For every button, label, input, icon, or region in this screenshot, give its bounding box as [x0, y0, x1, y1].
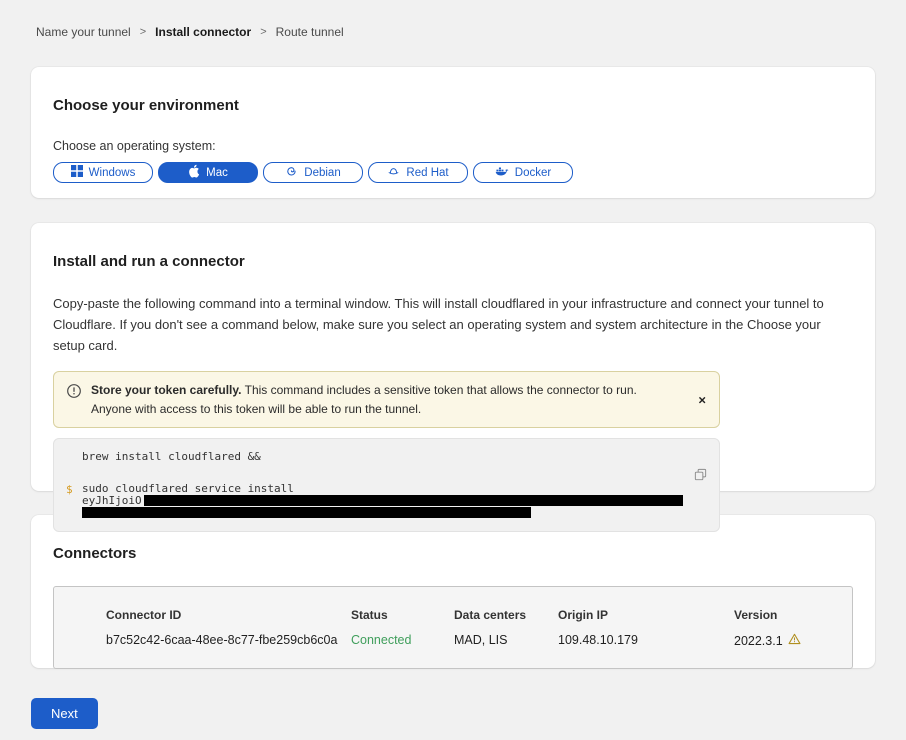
code-line-sudo: sudo cloudflared service install: [82, 483, 705, 494]
breadcrumb-separator: >: [140, 26, 146, 38]
warning-triangle-icon: [788, 633, 801, 648]
token-warning-text: Store your token carefully. This command…: [91, 381, 675, 418]
os-button-label: Mac: [206, 167, 228, 179]
install-description: Copy-paste the following command into a …: [53, 293, 853, 356]
version-value: 2022.3.1: [734, 633, 852, 648]
os-select-label: Choose an operating system:: [53, 139, 853, 153]
os-button-label: Debian: [304, 167, 340, 179]
os-button-group: Windows Mac Debian Red Hat Docker: [53, 162, 853, 183]
breadcrumb-separator: >: [260, 26, 266, 38]
redacted-token-bar: [144, 495, 683, 506]
breadcrumb-install-connector[interactable]: Install connector: [155, 25, 251, 39]
code-line-token: eyJhIjoiO: [82, 495, 705, 506]
token-prefix: eyJhIjoiO: [82, 494, 142, 507]
copy-icon[interactable]: [693, 467, 708, 485]
token-warning-banner: Store your token carefully. This command…: [53, 371, 720, 428]
os-button-label: Windows: [89, 167, 136, 179]
os-button-docker[interactable]: Docker: [473, 162, 573, 183]
debian-icon: [285, 165, 298, 181]
os-button-windows[interactable]: Windows: [53, 162, 153, 183]
os-button-mac[interactable]: Mac: [158, 162, 258, 183]
environment-card-title: Choose your environment: [53, 97, 853, 114]
redacted-token-bar: [82, 507, 531, 518]
redhat-icon: [387, 165, 400, 181]
table-row: b7c52c42-6caa-48ee-8c77-fbe259cb6c0a Con…: [106, 633, 852, 648]
install-command-codeblock: $ brew install cloudflared && sudo cloud…: [53, 438, 720, 532]
header-version: Version: [734, 608, 852, 622]
install-connector-card: Install and run a connector Copy-paste t…: [31, 223, 875, 491]
breadcrumb: Name your tunnel > Install connector > R…: [0, 0, 906, 39]
os-button-redhat[interactable]: Red Hat: [368, 162, 468, 183]
os-button-debian[interactable]: Debian: [263, 162, 363, 183]
connectors-table: Connector ID Status Data centers Origin …: [53, 586, 853, 669]
origin-ip-value: 109.48.10.179: [558, 633, 734, 648]
os-button-label: Red Hat: [406, 167, 448, 179]
connectors-card-title: Connectors: [53, 545, 853, 562]
table-header-row: Connector ID Status Data centers Origin …: [106, 608, 852, 622]
header-data-centers: Data centers: [454, 608, 558, 622]
choose-environment-card: Choose your environment Choose an operat…: [31, 67, 875, 198]
code-line-brew: brew install cloudflared &&: [82, 451, 705, 462]
version-number: 2022.3.1: [734, 634, 783, 648]
code-line-token-2: [82, 507, 705, 518]
connector-id-value: b7c52c42-6caa-48ee-8c77-fbe259cb6c0a: [106, 633, 351, 648]
token-warning-bold: Store your token carefully.: [91, 383, 242, 397]
terminal-prompt: $: [66, 483, 73, 496]
breadcrumb-route-tunnel[interactable]: Route tunnel: [276, 25, 344, 39]
header-origin-ip: Origin IP: [558, 608, 734, 622]
windows-icon: [71, 165, 83, 180]
breadcrumb-name-your-tunnel[interactable]: Name your tunnel: [36, 25, 131, 39]
header-status: Status: [351, 608, 454, 622]
close-icon[interactable]: ×: [698, 393, 706, 406]
os-button-label: Docker: [515, 167, 551, 179]
docker-icon: [495, 165, 509, 180]
status-badge: Connected: [351, 633, 454, 648]
apple-icon: [188, 164, 200, 181]
connectors-card: Connectors Connector ID Status Data cent…: [31, 515, 875, 668]
next-button[interactable]: Next: [31, 698, 98, 729]
install-card-title: Install and run a connector: [53, 253, 853, 270]
data-centers-value: MAD, LIS: [454, 633, 558, 648]
info-circle-icon: [66, 381, 82, 418]
header-connector-id: Connector ID: [106, 608, 351, 622]
